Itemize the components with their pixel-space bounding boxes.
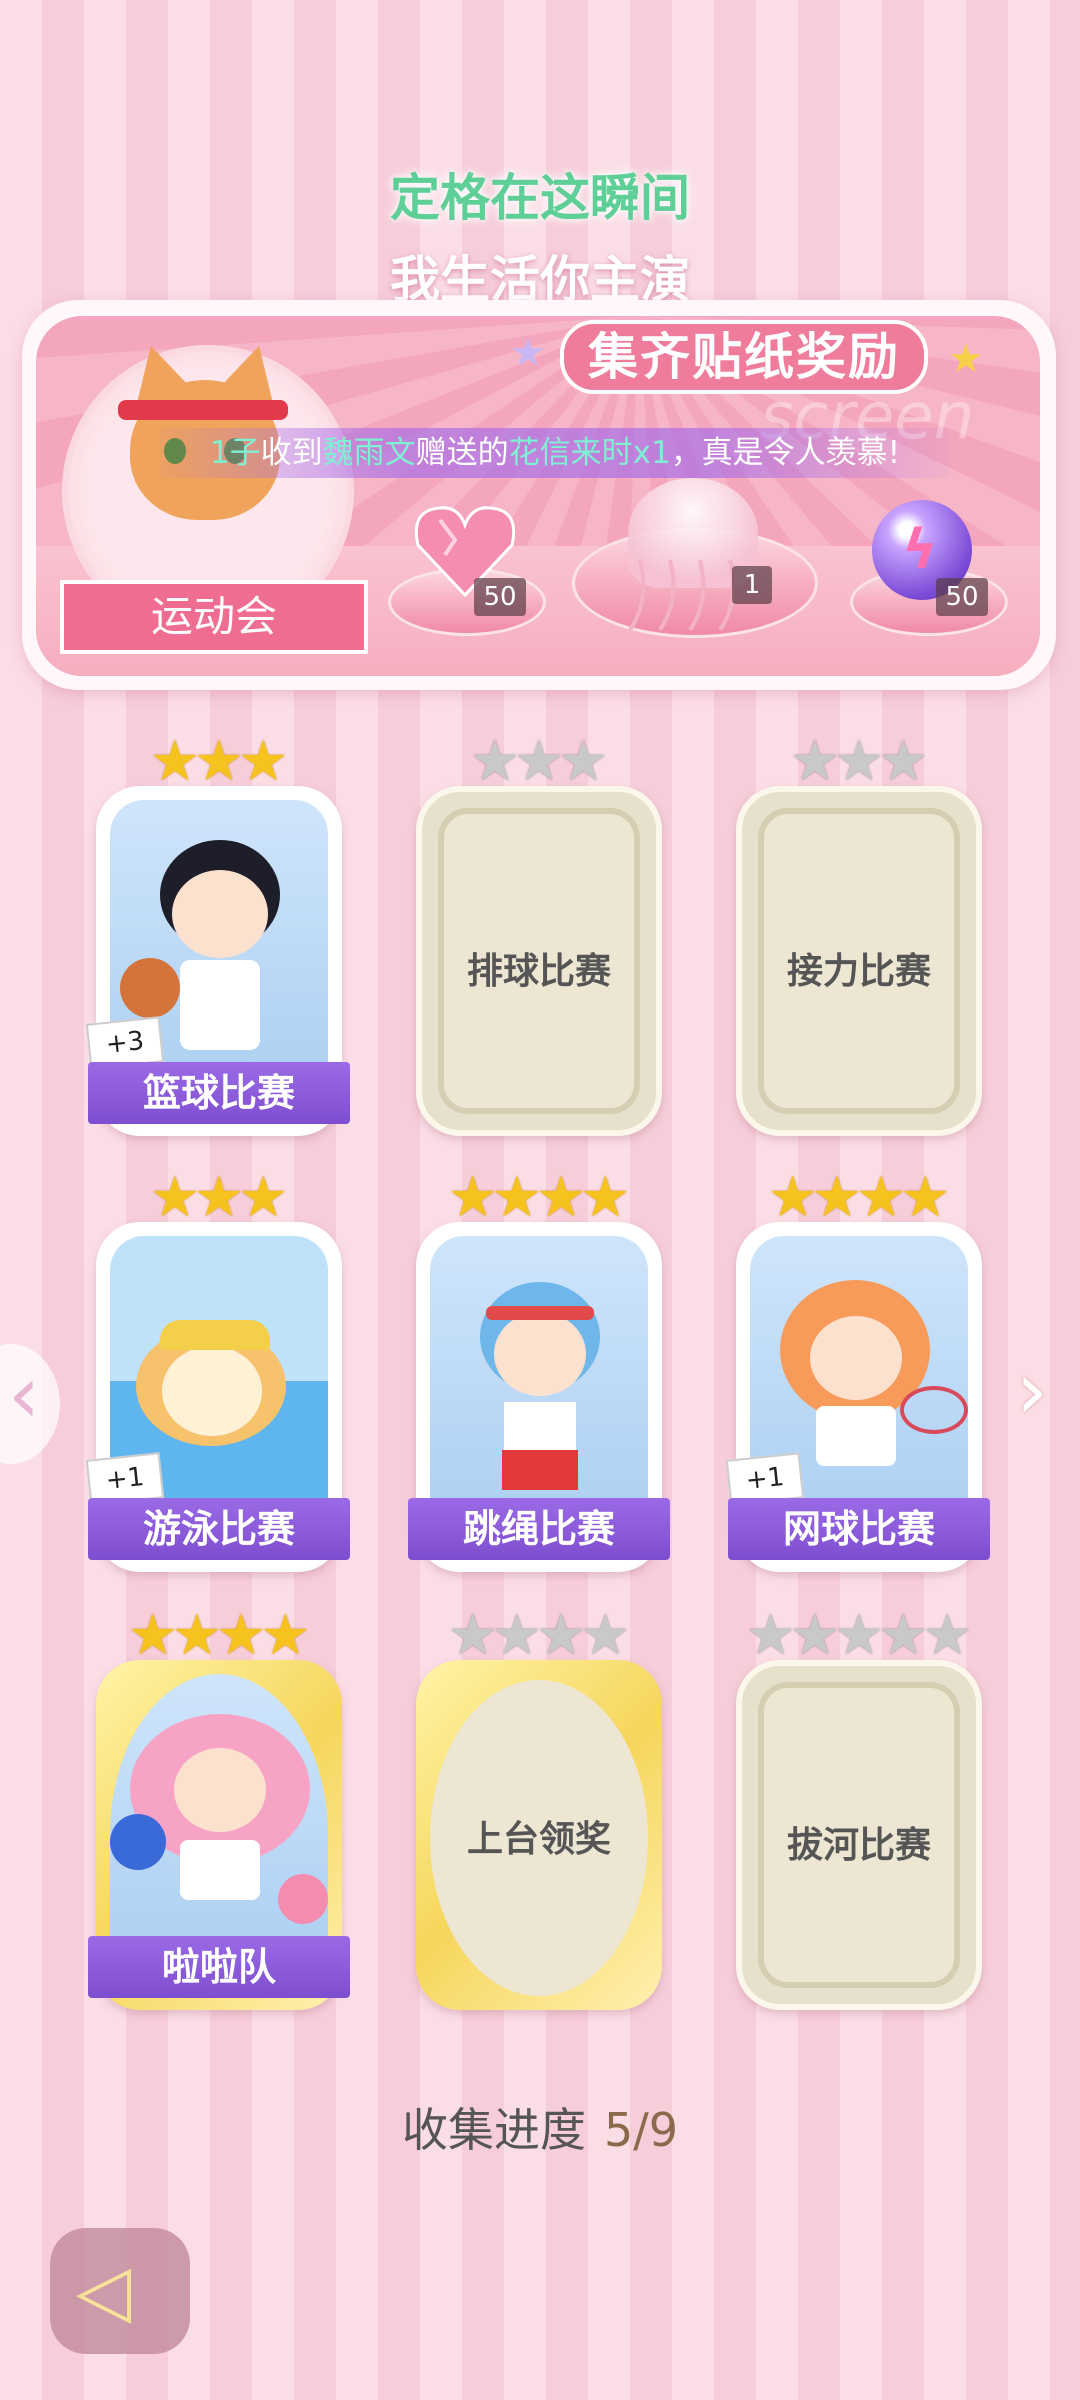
star-filled-icon: ★ bbox=[767, 1165, 818, 1230]
card-name: 网球比赛 bbox=[728, 1498, 990, 1560]
star-empty-icon: ★ bbox=[789, 729, 840, 794]
marquee-text: 收到 bbox=[260, 435, 323, 471]
star-filled-icon: ★ bbox=[536, 1165, 587, 1230]
sticker-card-locked[interactable]: ★ ★ ★ ★ ★ 拔河比赛 bbox=[736, 1608, 982, 2010]
collection-progress: 收集进度 5/9 bbox=[0, 2094, 1080, 2160]
card-name: 跳绳比赛 bbox=[408, 1498, 670, 1560]
back-button[interactable]: ◁ bbox=[50, 2228, 190, 2354]
star-filled-icon: ★ bbox=[811, 1165, 862, 1230]
gift-marquee: 1子收到魏雨文赠送的花信来时x1，真是令人羡慕! bbox=[160, 428, 950, 478]
marquee-gift: 花信来时x1 bbox=[508, 435, 671, 471]
sticker-card-locked[interactable]: ★ ★ ★ 排球比赛 bbox=[416, 734, 662, 1136]
star-empty-icon: ★ bbox=[789, 1603, 840, 1668]
card-name: 上台领奖 bbox=[466, 1818, 611, 1860]
star-empty-icon: ★ bbox=[513, 729, 565, 794]
card-name: 接力比赛 bbox=[786, 950, 931, 992]
star-filled-icon: ★ bbox=[193, 1165, 245, 1230]
star-empty-icon: ★ bbox=[536, 1603, 587, 1668]
star-rating: ★ ★ ★ ★ bbox=[416, 1608, 662, 1664]
star-filled-icon: ★ bbox=[238, 729, 289, 794]
card-name: 啦啦队 bbox=[88, 1936, 350, 1998]
card-name: 篮球比赛 bbox=[88, 1062, 350, 1124]
card-name: 游泳比赛 bbox=[88, 1498, 350, 1560]
star-filled-icon: ★ bbox=[149, 1165, 200, 1230]
star-empty-icon: ★ bbox=[878, 729, 929, 794]
star-filled-icon: ★ bbox=[900, 1165, 951, 1230]
sticker-card-locked[interactable]: ★ ★ ★ 接力比赛 bbox=[736, 734, 982, 1136]
star-filled-icon: ★ bbox=[171, 1603, 222, 1668]
card-name: 排球比赛 bbox=[466, 950, 611, 992]
star-filled-icon: ★ bbox=[127, 1603, 178, 1668]
sticker-card[interactable]: ★ ★ ★ ★ +1 网球比赛 bbox=[725, 1170, 990, 1572]
star-filled-icon: ★ bbox=[193, 729, 245, 794]
star-filled-icon: ★ bbox=[447, 1165, 498, 1230]
back-arrow-icon: ◁ bbox=[76, 2248, 132, 2332]
headband-icon bbox=[118, 400, 288, 420]
star-empty-icon: ★ bbox=[833, 1603, 885, 1668]
star-filled-icon: ★ bbox=[491, 1165, 542, 1230]
star-rating: ★ ★ ★ bbox=[736, 734, 982, 790]
sticker-card[interactable]: ★ ★ ★ +3 篮球比赛 bbox=[85, 734, 350, 1136]
page-title: 定格在这瞬间 bbox=[390, 168, 690, 227]
star-rating: ★ ★ ★ ★ ★ bbox=[736, 1608, 982, 1664]
star-rating: ★ ★ ★ bbox=[96, 734, 342, 790]
star-filled-icon: ★ bbox=[260, 1603, 311, 1668]
card-name: 拔河比赛 bbox=[786, 1824, 931, 1866]
next-page-button[interactable]: › bbox=[1010, 1344, 1070, 1460]
progress-label: 收集进度 bbox=[401, 2103, 586, 2157]
sticker-card[interactable]: ★ ★ ★ +1 游泳比赛 bbox=[85, 1170, 350, 1572]
star-rating: ★ ★ ★ ★ bbox=[736, 1170, 982, 1226]
reward-count: 50 bbox=[936, 578, 988, 616]
star-empty-icon: ★ bbox=[447, 1603, 498, 1668]
star-empty-icon: ★ bbox=[833, 729, 885, 794]
theme-label: 运动会 bbox=[60, 580, 368, 654]
star-empty-icon: ★ bbox=[745, 1603, 796, 1668]
star-filled-icon: ★ bbox=[216, 1603, 267, 1668]
star-rating: ★ ★ ★ ★ bbox=[416, 1170, 662, 1226]
star-filled-icon: ★ bbox=[149, 729, 200, 794]
marquee-sender: 魏雨文 bbox=[322, 435, 416, 471]
reward-count: 1 bbox=[732, 566, 772, 604]
star-empty-icon: ★ bbox=[469, 729, 520, 794]
star-decoration-icon: ★ bbox=[948, 336, 984, 382]
star-rating: ★ ★ ★ bbox=[416, 734, 662, 790]
sticker-card[interactable]: ★ ★ ★ ★ 啦啦队 bbox=[88, 1608, 350, 2010]
star-empty-icon: ★ bbox=[878, 1603, 929, 1668]
star-filled-icon: ★ bbox=[238, 1165, 289, 1230]
sticker-card[interactable]: ★ ★ ★ ★ 跳绳比赛 bbox=[408, 1170, 670, 1572]
star-empty-icon: ★ bbox=[558, 729, 609, 794]
star-filled-icon: ★ bbox=[580, 1165, 631, 1230]
progress-value: 5/9 bbox=[603, 2103, 679, 2157]
star-empty-icon: ★ bbox=[922, 1603, 973, 1668]
star-empty-icon: ★ bbox=[580, 1603, 631, 1668]
chevron-right-icon: › bbox=[1016, 1344, 1048, 1437]
reward-title: 集齐贴纸奖励 bbox=[560, 320, 928, 394]
star-empty-icon: ★ bbox=[491, 1603, 542, 1668]
marquee-prefix: 1子 bbox=[209, 435, 261, 471]
chevron-left-icon: ‹ bbox=[8, 1348, 40, 1441]
marquee-text: 赠送的 bbox=[415, 435, 509, 471]
prev-page-button[interactable]: ‹ bbox=[0, 1344, 60, 1464]
marquee-text: ，真是令人羡慕! bbox=[670, 435, 901, 471]
star-rating: ★ ★ ★ ★ bbox=[96, 1608, 342, 1664]
star-rating: ★ ★ ★ bbox=[96, 1170, 342, 1226]
star-filled-icon: ★ bbox=[856, 1165, 907, 1230]
sticker-card-locked[interactable]: ★ ★ ★ ★ 上台领奖 bbox=[416, 1608, 662, 2010]
star-decoration-icon: ★ bbox=[510, 330, 546, 376]
reward-count: 50 bbox=[474, 578, 526, 616]
